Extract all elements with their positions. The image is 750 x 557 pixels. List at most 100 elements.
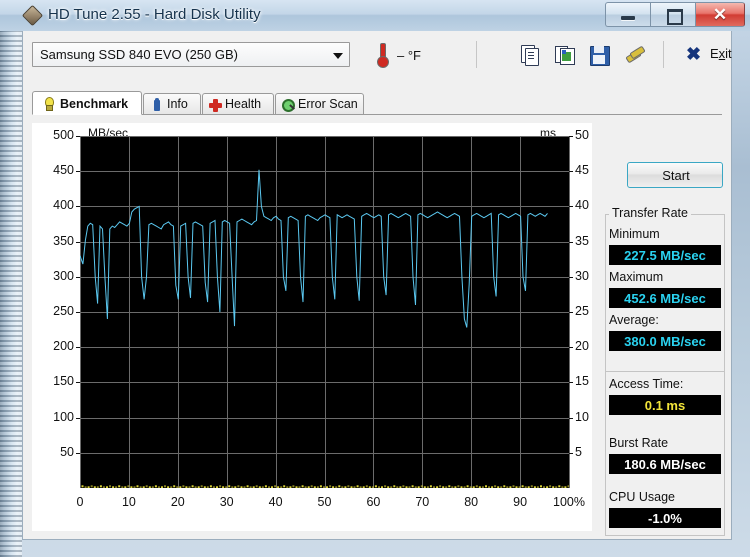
x-axis-tick-label: 50 <box>317 495 332 509</box>
tab-error-scan[interactable]: Error Scan <box>275 93 364 115</box>
access-time-value: 0.1 ms <box>609 395 721 415</box>
toolbar: Samsung SSD 840 EVO (250 GB) – °F ✖ Exit <box>23 31 732 78</box>
transfer-rate-curve <box>80 169 569 488</box>
start-button-label: Start <box>662 168 690 183</box>
tab-health[interactable]: Health <box>202 93 274 115</box>
x-axis-tick-label: 20 <box>170 495 185 509</box>
temperature-value: – °F <box>397 48 421 63</box>
minimize-icon <box>621 16 635 20</box>
y-axis-tick-mark <box>76 242 80 243</box>
maximum-value: 452.6 MB/sec <box>609 288 721 308</box>
burst-rate-value: 180.6 MB/sec <box>609 454 721 474</box>
y2-axis-tick-mark <box>569 277 573 278</box>
y2-axis-tick-mark <box>569 242 573 243</box>
hdtune-app-icon <box>21 4 44 27</box>
health-cross-icon <box>208 98 222 112</box>
client-area: Samsung SSD 840 EVO (250 GB) – °F ✖ Exit… <box>22 31 732 540</box>
info-icon <box>150 98 164 112</box>
window-controls: ✕ <box>605 2 745 27</box>
tab-error-scan-label: Error Scan <box>298 97 358 111</box>
copy-image-icon[interactable] <box>552 43 578 67</box>
y2-axis-tick-mark <box>569 418 573 419</box>
minimum-value: 227.5 MB/sec <box>609 245 721 265</box>
magnifier-icon <box>281 98 296 112</box>
y-axis-tick-label: 300 <box>53 268 74 283</box>
minimum-label: Minimum <box>609 227 660 241</box>
y-axis-tick-mark <box>76 277 80 278</box>
average-value: 380.0 MB/sec <box>609 331 721 351</box>
y-axis-tick-label: 250 <box>53 304 74 318</box>
y-axis-tick-label: 350 <box>53 233 74 248</box>
y-axis-tick-mark <box>76 382 80 383</box>
y2-axis-tick-mark <box>569 171 573 172</box>
maximize-button[interactable] <box>650 2 695 27</box>
title-bar: HD Tune 2.55 - Hard Disk Utility ✕ <box>0 0 750 31</box>
maximize-icon <box>667 9 683 25</box>
burst-rate-label: Burst Rate <box>609 436 669 450</box>
plot-area <box>80 136 570 488</box>
y2-axis-tick-label: 50 <box>575 128 589 142</box>
y2-axis-tick-label: 45 <box>575 163 589 178</box>
y-axis-tick-mark <box>76 171 80 172</box>
toolbar-separator-1 <box>476 41 477 68</box>
y-axis-tick-label: 50 <box>60 444 74 459</box>
y-axis-tick-label: 150 <box>53 374 74 389</box>
y-axis-tick-mark <box>76 206 80 207</box>
hd-tune-window: HD Tune 2.55 - Hard Disk Utility ✕ Samsu… <box>0 0 750 557</box>
close-button[interactable]: ✕ <box>695 2 745 27</box>
x-axis-tick-label: 80 <box>464 495 479 509</box>
benchmark-chart: MB/sec ms 50 100 150 200 250 300 350 400 450 500 5… <box>32 123 592 531</box>
y-axis-tick-mark <box>76 312 80 313</box>
y-axis-tick-label: 400 <box>53 198 74 213</box>
y-axis-tick-mark <box>76 347 80 348</box>
y-axis-tick-label: 100 <box>53 409 74 424</box>
x-axis-tick-label: 70 <box>415 495 430 509</box>
minimize-button[interactable] <box>605 2 650 27</box>
tab-benchmark[interactable]: Benchmark <box>32 91 142 115</box>
y2-axis-tick-mark <box>569 206 573 207</box>
close-x-icon: ✖ <box>686 44 702 64</box>
y-axis-tick-mark <box>76 418 80 419</box>
average-label: Average: <box>609 313 659 327</box>
y2-axis-tick-mark <box>569 312 573 313</box>
y2-axis-tick-mark <box>569 347 573 348</box>
x-axis-tick-label: 30 <box>219 495 234 509</box>
bulb-icon <box>41 96 55 111</box>
drive-select[interactable]: Samsung SSD 840 EVO (250 GB) <box>32 42 350 67</box>
transfer-rate-group-label: Transfer Rate <box>609 206 691 220</box>
y2-axis-tick-mark <box>569 382 573 383</box>
start-button[interactable]: Start <box>627 162 723 188</box>
tab-bar: Benchmark Info Health Error Scan <box>32 91 722 115</box>
tab-info[interactable]: Info <box>143 93 201 115</box>
y2-axis-tick-mark <box>569 453 573 454</box>
exit-button-label: Exit <box>710 46 732 61</box>
tab-benchmark-label: Benchmark <box>60 97 129 111</box>
y-axis-tick-label: 500 <box>53 128 74 142</box>
x-axis-tick-label: 60 <box>366 495 381 509</box>
options-icon[interactable] <box>622 43 648 67</box>
y-axis-tick-mark <box>76 453 80 454</box>
window-title: HD Tune 2.55 - Hard Disk Utility <box>48 6 261 23</box>
access-time-label: Access Time: <box>609 377 684 391</box>
y-axis-tick-label: 200 <box>53 339 74 354</box>
y2-axis-tick-mark <box>569 136 573 137</box>
tab-health-label: Health <box>225 97 262 111</box>
exit-button[interactable]: ✖ Exit <box>686 43 746 67</box>
chevron-down-icon <box>333 53 343 59</box>
x-axis-tick-label: 10 <box>121 495 136 509</box>
x-axis-tick-label: 90 <box>513 495 528 509</box>
x-axis-tick-label: 100% <box>553 495 585 509</box>
thermometer-icon <box>373 43 391 68</box>
drive-select-value: Samsung SSD 840 EVO (250 GB) <box>40 47 238 62</box>
x-axis-tick-label: 0 <box>76 495 84 509</box>
close-icon: ✕ <box>712 5 728 24</box>
cpu-usage-value: -1.0% <box>609 508 721 528</box>
y-axis-tick-label: 450 <box>53 163 74 178</box>
maximum-label: Maximum <box>609 270 664 284</box>
cpu-usage-label: CPU Usage <box>609 490 675 504</box>
copy-text-icon[interactable] <box>517 43 543 67</box>
y-axis-tick-mark <box>76 136 80 137</box>
toolbar-separator-2 <box>663 41 664 68</box>
save-icon[interactable] <box>587 43 613 67</box>
x-axis-tick-label: 40 <box>268 495 283 509</box>
